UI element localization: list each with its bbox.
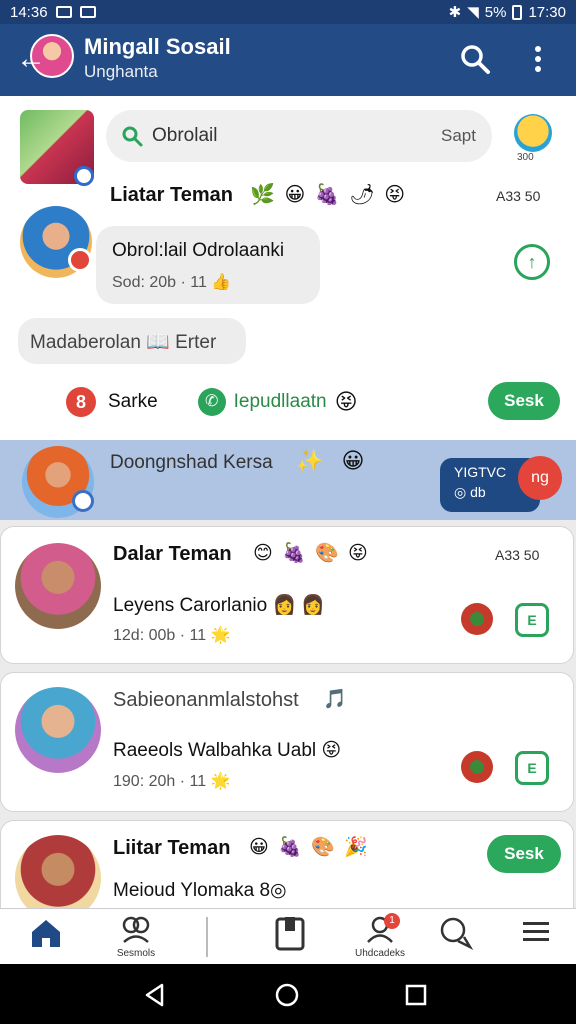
chat-feed[interactable]: Obrolail Sapt 300 Liatar Teman 🌿 😀 🍇 🌶 😝… (0, 96, 576, 908)
nav-contacts[interactable]: Sesmols (104, 915, 168, 961)
contact-emojis: 😀 🍇 🎨 🎉 (249, 837, 370, 858)
chat-meta: A33 50 (495, 547, 540, 563)
bot-label: 300 (517, 152, 534, 163)
verified-badge-icon (72, 490, 94, 512)
search-bar[interactable]: Obrolail Sapt (106, 110, 492, 162)
highlighted-chat-row[interactable]: Doongnshad Kersa ✨ 😀 YIGTVC ◎ db ng (0, 440, 576, 520)
nav-menu[interactable] (518, 915, 554, 961)
avatar[interactable] (15, 835, 101, 908)
photo-icon (79, 6, 96, 18)
nav-divider (206, 917, 208, 957)
chat-card[interactable]: Dalar Teman 😊 🍇 🎨 😝 A33 50 Leyens Carorl… (0, 526, 574, 664)
contact-emojis: 🎵 (323, 689, 349, 710)
section-title: Liatar Teman (110, 184, 233, 206)
media-card-title: YIGTVC (454, 464, 507, 480)
page-subtitle: Unghanta (84, 62, 158, 81)
more-menu-icon[interactable] (528, 42, 548, 76)
nav-chats[interactable] (436, 915, 476, 961)
message-text: Leyens Carorlanio 👩 👩 (113, 595, 326, 616)
clipboard-icon (275, 917, 305, 951)
contact-emojis: 😊 🍇 🎨 😝 (253, 543, 370, 564)
emoji-icon: 😝 (334, 389, 358, 414)
message-text: Meioud Ylomaka 8◎ (113, 880, 287, 901)
send-button[interactable]: Sesk (487, 835, 561, 873)
system-navigation-bar (0, 964, 576, 1024)
avatar[interactable] (15, 687, 101, 773)
back-arrow-icon[interactable]: ← (16, 42, 50, 76)
chat-bubble-icon (440, 917, 474, 951)
battery-icon (512, 4, 523, 20)
action-label[interactable]: Iepudllaatn (234, 391, 327, 413)
chat-card[interactable]: Liitar Teman 😀 🍇 🎨 🎉 Sesk Meioud Ylomaka… (0, 820, 574, 908)
message-text: Raeeols Walbahka Uabl 😝 (113, 740, 342, 761)
wifi-icon: ◥ (467, 4, 479, 21)
page-title: Mingall Sosail (84, 34, 231, 59)
recents-square-icon[interactable] (404, 983, 428, 1007)
contact-name: Dalar Teman (113, 543, 232, 565)
search-icon (122, 126, 143, 147)
call-icon[interactable]: ✆ (197, 388, 226, 416)
status-badge-icon (68, 248, 92, 272)
nav-notifications[interactable]: Uhdcadeks (344, 915, 416, 961)
bottom-navigation: Sesmols Uhdcadeks 1 (0, 908, 576, 964)
section-meta: A33 50 (496, 188, 541, 204)
status-time-right: 17:30 (528, 3, 566, 21)
media-card-sub: ◎ db (454, 484, 486, 500)
app-bar: ← Mingall Sosail Unghanta (0, 24, 576, 96)
upload-icon[interactable]: ↑ (514, 244, 550, 280)
chat-card[interactable]: Sabieonanmlalstohst 🎵 Raeeols Walbahka U… (0, 672, 574, 812)
bluetooth-icon: ✱ (448, 4, 462, 21)
notification-icon (55, 6, 72, 18)
notification-badge[interactable]: 8 (66, 387, 96, 417)
chat-preview-text: Doongnshad Kersa (110, 452, 273, 473)
nav-files[interactable] (272, 915, 308, 961)
back-triangle-icon[interactable] (142, 982, 168, 1008)
nav-label: Uhdcadeks (354, 948, 406, 959)
hamburger-menu-icon (523, 922, 549, 941)
notification-badge: 1 (384, 913, 400, 929)
verified-badge-icon (74, 166, 94, 186)
action-label[interactable]: Sarke (108, 391, 158, 413)
bot-emoji-icon[interactable] (514, 114, 552, 152)
search-input[interactable]: Obrolail (152, 125, 217, 147)
unread-badge[interactable]: ng (518, 456, 562, 500)
contact-name: Sabieonanmlalstohst (113, 689, 299, 711)
status-bar: 14:36 ✱ ◥ 5% 17:30 (0, 0, 576, 24)
active-conversation: Obrolail Sapt 300 Liatar Teman 🌿 😀 🍇 🌶 😝… (0, 96, 576, 440)
contacts-icon (122, 916, 150, 943)
message-bubble[interactable]: Madaberolan 📖 Erter (18, 318, 246, 364)
reaction-icon[interactable] (461, 751, 493, 783)
message-time: 190: 20h · 11 🌟 (113, 773, 231, 790)
avatar[interactable] (15, 543, 101, 629)
message-time: 12d: 00b · 11 🌟 (113, 627, 231, 644)
contact-name: Liitar Teman (113, 837, 231, 859)
section-emojis: 🌿 😀 🍇 🌶 😝 (250, 184, 408, 206)
home-circle-icon[interactable] (274, 982, 300, 1008)
message-time: Sod: 20b · 11 👍 (112, 274, 232, 291)
nav-label: Sesmols (116, 948, 156, 959)
chat-emojis: ✨ 😀 (296, 448, 371, 473)
reaction-icon[interactable] (461, 603, 493, 635)
message-text: Madaberolan 📖 Erter (30, 332, 217, 353)
status-time-left: 14:36 (10, 3, 48, 21)
message-bubble[interactable]: Obrol:lail Odrolaanki Sod: 20b · 11 👍 (96, 226, 320, 304)
note-icon[interactable]: E (515, 603, 549, 637)
note-icon[interactable]: E (515, 751, 549, 785)
send-button[interactable]: Sesk (488, 382, 560, 420)
search-icon[interactable] (458, 42, 492, 76)
search-send-button[interactable]: Sapt (441, 126, 476, 146)
action-row: 8 Sarke ✆ Iepudllaatn 😝 (66, 386, 358, 418)
nav-home[interactable] (26, 915, 66, 961)
message-text: Obrol:lail Odrolaanki (112, 240, 285, 261)
battery-text: 5% (484, 3, 507, 21)
home-icon (32, 920, 60, 947)
